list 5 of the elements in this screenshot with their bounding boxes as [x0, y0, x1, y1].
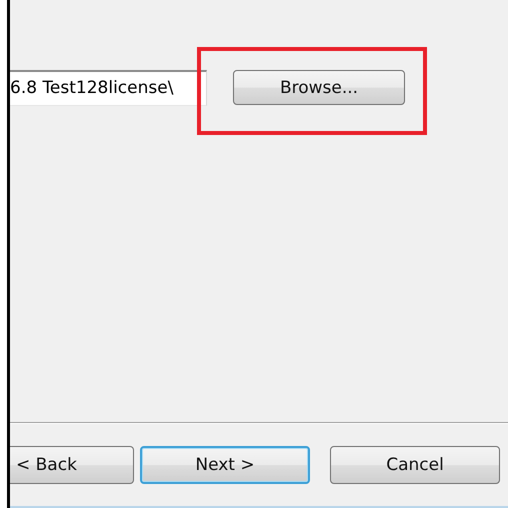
browse-button[interactable]: Browse...	[233, 70, 405, 105]
back-button[interactable]: < Back	[10, 446, 134, 484]
path-field[interactable]: 6.8 Test128license\	[10, 70, 207, 106]
next-button[interactable]: Next >	[140, 446, 310, 484]
cancel-button[interactable]: Cancel	[330, 446, 500, 484]
